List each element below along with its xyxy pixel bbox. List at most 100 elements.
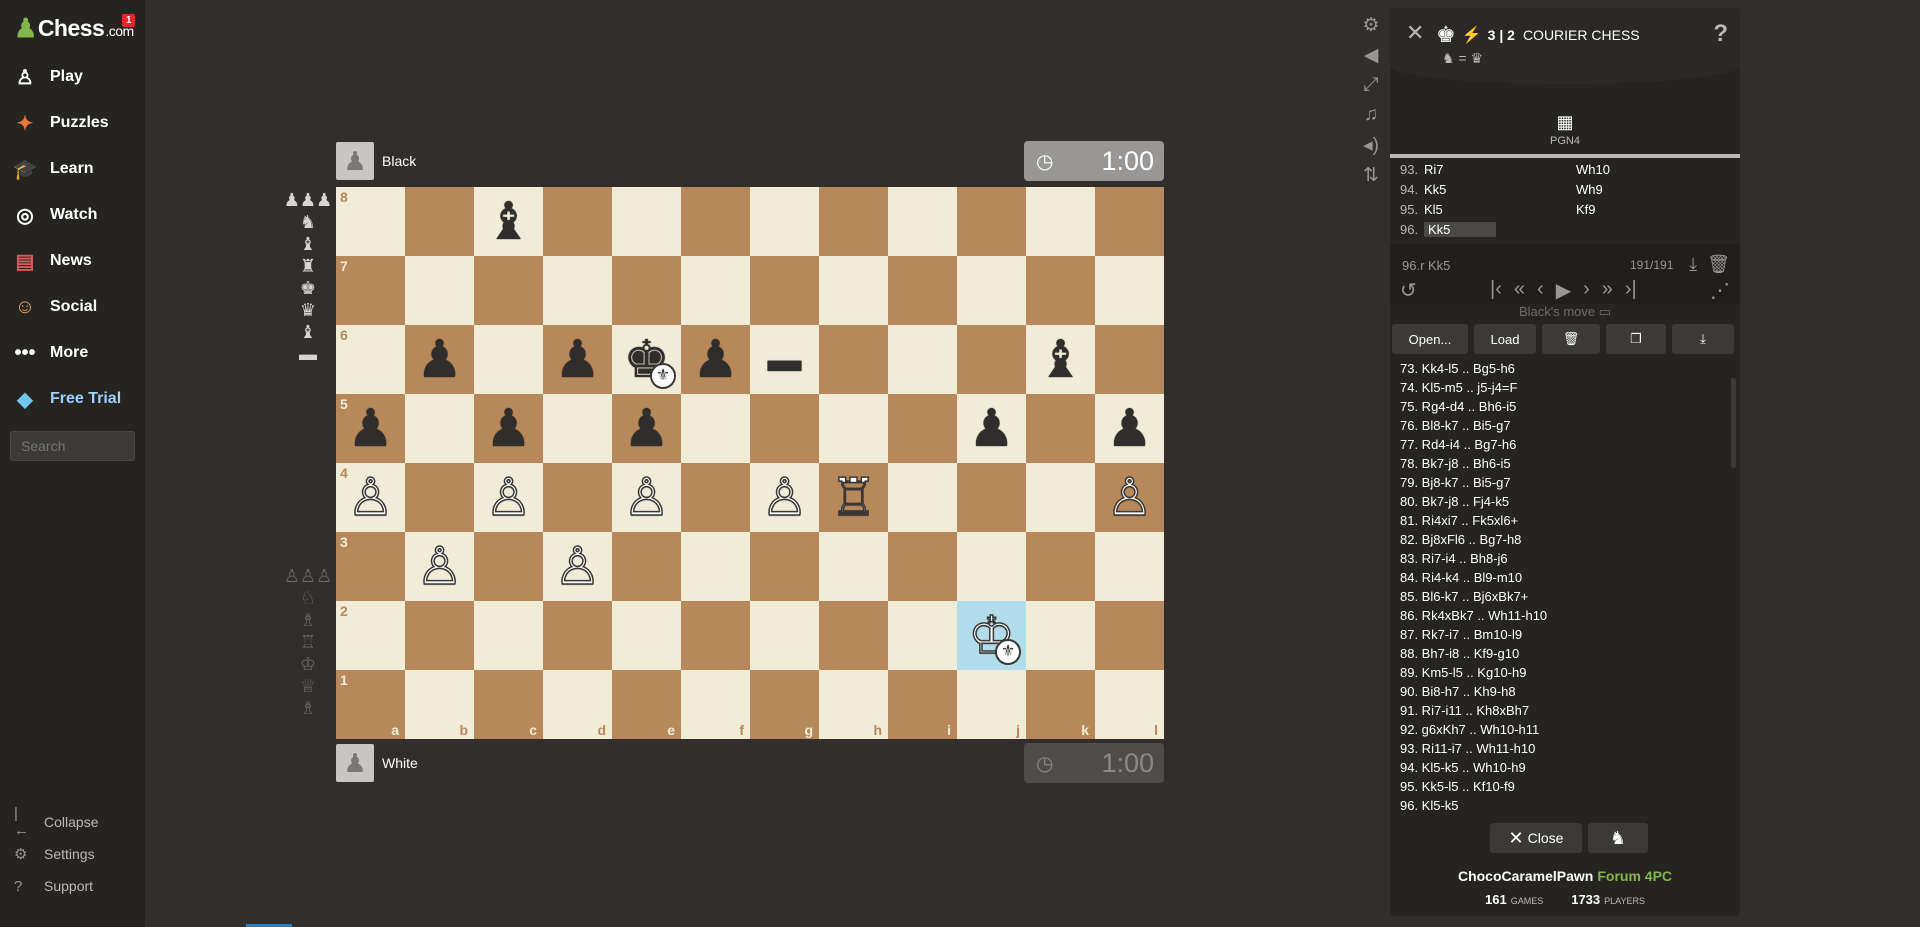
square-l2[interactable]: [1095, 601, 1164, 670]
square-l6[interactable]: [1095, 325, 1164, 394]
square-f7[interactable]: [681, 256, 750, 325]
player-name[interactable]: White: [382, 755, 418, 771]
square-f5[interactable]: [681, 394, 750, 463]
list-item[interactable]: 83. Ri7-i4 .. Bh8-j6: [1390, 549, 1740, 568]
close-icon[interactable]: ✕: [1406, 20, 1424, 46]
square-d6[interactable]: ♟: [543, 325, 612, 394]
square-l7[interactable]: [1095, 256, 1164, 325]
player-name[interactable]: Black: [382, 153, 416, 169]
fullscreen-icon[interactable]: ⤢: [1363, 74, 1378, 104]
square-g2[interactable]: [750, 601, 819, 670]
list-item[interactable]: 74. Kl5-m5 .. j5-j4=F: [1390, 378, 1740, 397]
square-g3[interactable]: [750, 532, 819, 601]
prev-move-icon[interactable]: ‹: [1537, 278, 1544, 303]
list-item[interactable]: 73. Kk4-l5 .. Bg5-h6: [1390, 359, 1740, 378]
square-k5[interactable]: [1026, 394, 1095, 463]
square-k4[interactable]: [1026, 463, 1095, 532]
nav-more[interactable]: ••• More: [12, 336, 88, 370]
square-a8[interactable]: 8: [336, 187, 405, 256]
square-k7[interactable]: [1026, 256, 1095, 325]
username[interactable]: ChocoCaramelPawn: [1458, 868, 1593, 884]
square-k1[interactable]: k: [1026, 670, 1095, 739]
black-piece[interactable]: ♟: [416, 334, 463, 386]
last-move-icon[interactable]: ›|: [1625, 278, 1637, 303]
square-c1[interactable]: c: [474, 670, 543, 739]
square-b3[interactable]: ♙: [405, 532, 474, 601]
square-k2[interactable]: [1026, 601, 1095, 670]
square-d8[interactable]: [543, 187, 612, 256]
white-piece[interactable]: ♙: [484, 471, 532, 525]
square-g4[interactable]: ♙: [750, 463, 819, 532]
black-piece[interactable]: ♝: [1037, 334, 1084, 386]
black-piece[interactable]: ♝: [485, 196, 532, 248]
close-button[interactable]: ✕ Close: [1490, 823, 1582, 853]
square-h7[interactable]: [819, 256, 888, 325]
avatar[interactable]: ♟: [336, 142, 374, 180]
flip-board-icon[interactable]: ⇅: [1363, 164, 1379, 194]
white-piece[interactable]: ♙: [415, 540, 463, 594]
chess-board[interactable]: 8 ♝ 7 6 ♟ ♟ ♚ ⚜ ♟ ▬ ♝ 5 ♟ ♟ ♟ ♟ ♟ 4 ♙ ♙ ♙ ♙ ♖ ♙ 3 ♙ ♙ 2 ♔ ⚜ 1 a b c d e f g h i…: [336, 187, 1164, 739]
black-piece[interactable]: ♟: [1106, 403, 1153, 455]
play-icon[interactable]: ▶: [1556, 278, 1571, 303]
move-white[interactable]: Kk5: [1424, 182, 1576, 197]
reset-icon[interactable]: ↺: [1400, 278, 1417, 303]
list-item[interactable]: 86. Rk4xBk7 .. Wh11-h10: [1390, 606, 1740, 625]
square-a2[interactable]: 2: [336, 601, 405, 670]
square-b2[interactable]: [405, 601, 474, 670]
nav-learn[interactable]: 🎓 Learn: [12, 152, 94, 186]
square-f3[interactable]: [681, 532, 750, 601]
square-g7[interactable]: [750, 256, 819, 325]
fast-forward-icon[interactable]: »: [1602, 278, 1613, 303]
square-d5[interactable]: [543, 394, 612, 463]
square-c6[interactable]: [474, 325, 543, 394]
white-piece[interactable]: ♖: [829, 471, 877, 525]
square-b7[interactable]: [405, 256, 474, 325]
square-i6[interactable]: [888, 325, 957, 394]
square-k8[interactable]: [1026, 187, 1095, 256]
square-j5[interactable]: ♟: [957, 394, 1026, 463]
list-item[interactable]: 87. Rk7-i7 .. Bm10-l9: [1390, 625, 1740, 644]
square-d3[interactable]: ♙: [543, 532, 612, 601]
bell-icon[interactable]: ♫: [1364, 104, 1378, 134]
square-b5[interactable]: [405, 394, 474, 463]
square-f6[interactable]: ♟: [681, 325, 750, 394]
collapse-button[interactable]: |← Collapse: [14, 805, 98, 839]
move-white[interactable]: Ri7: [1424, 162, 1576, 177]
support-link[interactable]: ? Support: [14, 875, 93, 897]
sound-icon[interactable]: ◂): [1363, 134, 1379, 164]
square-f8[interactable]: [681, 187, 750, 256]
help-icon[interactable]: ?: [1713, 20, 1728, 48]
current-move[interactable]: Kk5: [1424, 222, 1496, 237]
avatar[interactable]: ♟: [336, 744, 374, 782]
square-g5[interactable]: [750, 394, 819, 463]
square-e8[interactable]: [612, 187, 681, 256]
square-a3[interactable]: 3: [336, 532, 405, 601]
square-j6[interactable]: [957, 325, 1026, 394]
list-item[interactable]: 79. Bj8-k7 .. Bi5-g7: [1390, 473, 1740, 492]
square-d7[interactable]: [543, 256, 612, 325]
square-j3[interactable]: [957, 532, 1026, 601]
move-black[interactable]: Wh10: [1576, 162, 1610, 177]
square-b8[interactable]: [405, 187, 474, 256]
square-e6[interactable]: ♚ ⚜: [612, 325, 681, 394]
square-b4[interactable]: [405, 463, 474, 532]
list-item[interactable]: 82. Bj8xFl6 .. Bg7-h8: [1390, 530, 1740, 549]
list-item[interactable]: 91. Ri7-i11 .. Kh8xBh7: [1390, 701, 1740, 720]
square-a7[interactable]: 7: [336, 256, 405, 325]
settings-link[interactable]: ⚙ Settings: [14, 843, 95, 865]
chess-com-logo[interactable]: ♟ Chess .com 1: [14, 12, 135, 44]
square-j7[interactable]: [957, 256, 1026, 325]
list-item[interactable]: 84. Ri4-k4 .. Bl9-m10: [1390, 568, 1740, 587]
square-h3[interactable]: [819, 532, 888, 601]
list-item[interactable]: 78. Bk7-j8 .. Bh6-i5: [1390, 454, 1740, 473]
white-piece[interactable]: ♙: [760, 471, 808, 525]
square-i3[interactable]: [888, 532, 957, 601]
square-d1[interactable]: d: [543, 670, 612, 739]
download-icon[interactable]: ⤓: [1689, 254, 1697, 275]
square-e2[interactable]: [612, 601, 681, 670]
square-j1[interactable]: j: [957, 670, 1026, 739]
fast-back-icon[interactable]: «: [1514, 278, 1525, 303]
square-i2[interactable]: [888, 601, 957, 670]
square-l1[interactable]: l: [1095, 670, 1164, 739]
square-j8[interactable]: [957, 187, 1026, 256]
